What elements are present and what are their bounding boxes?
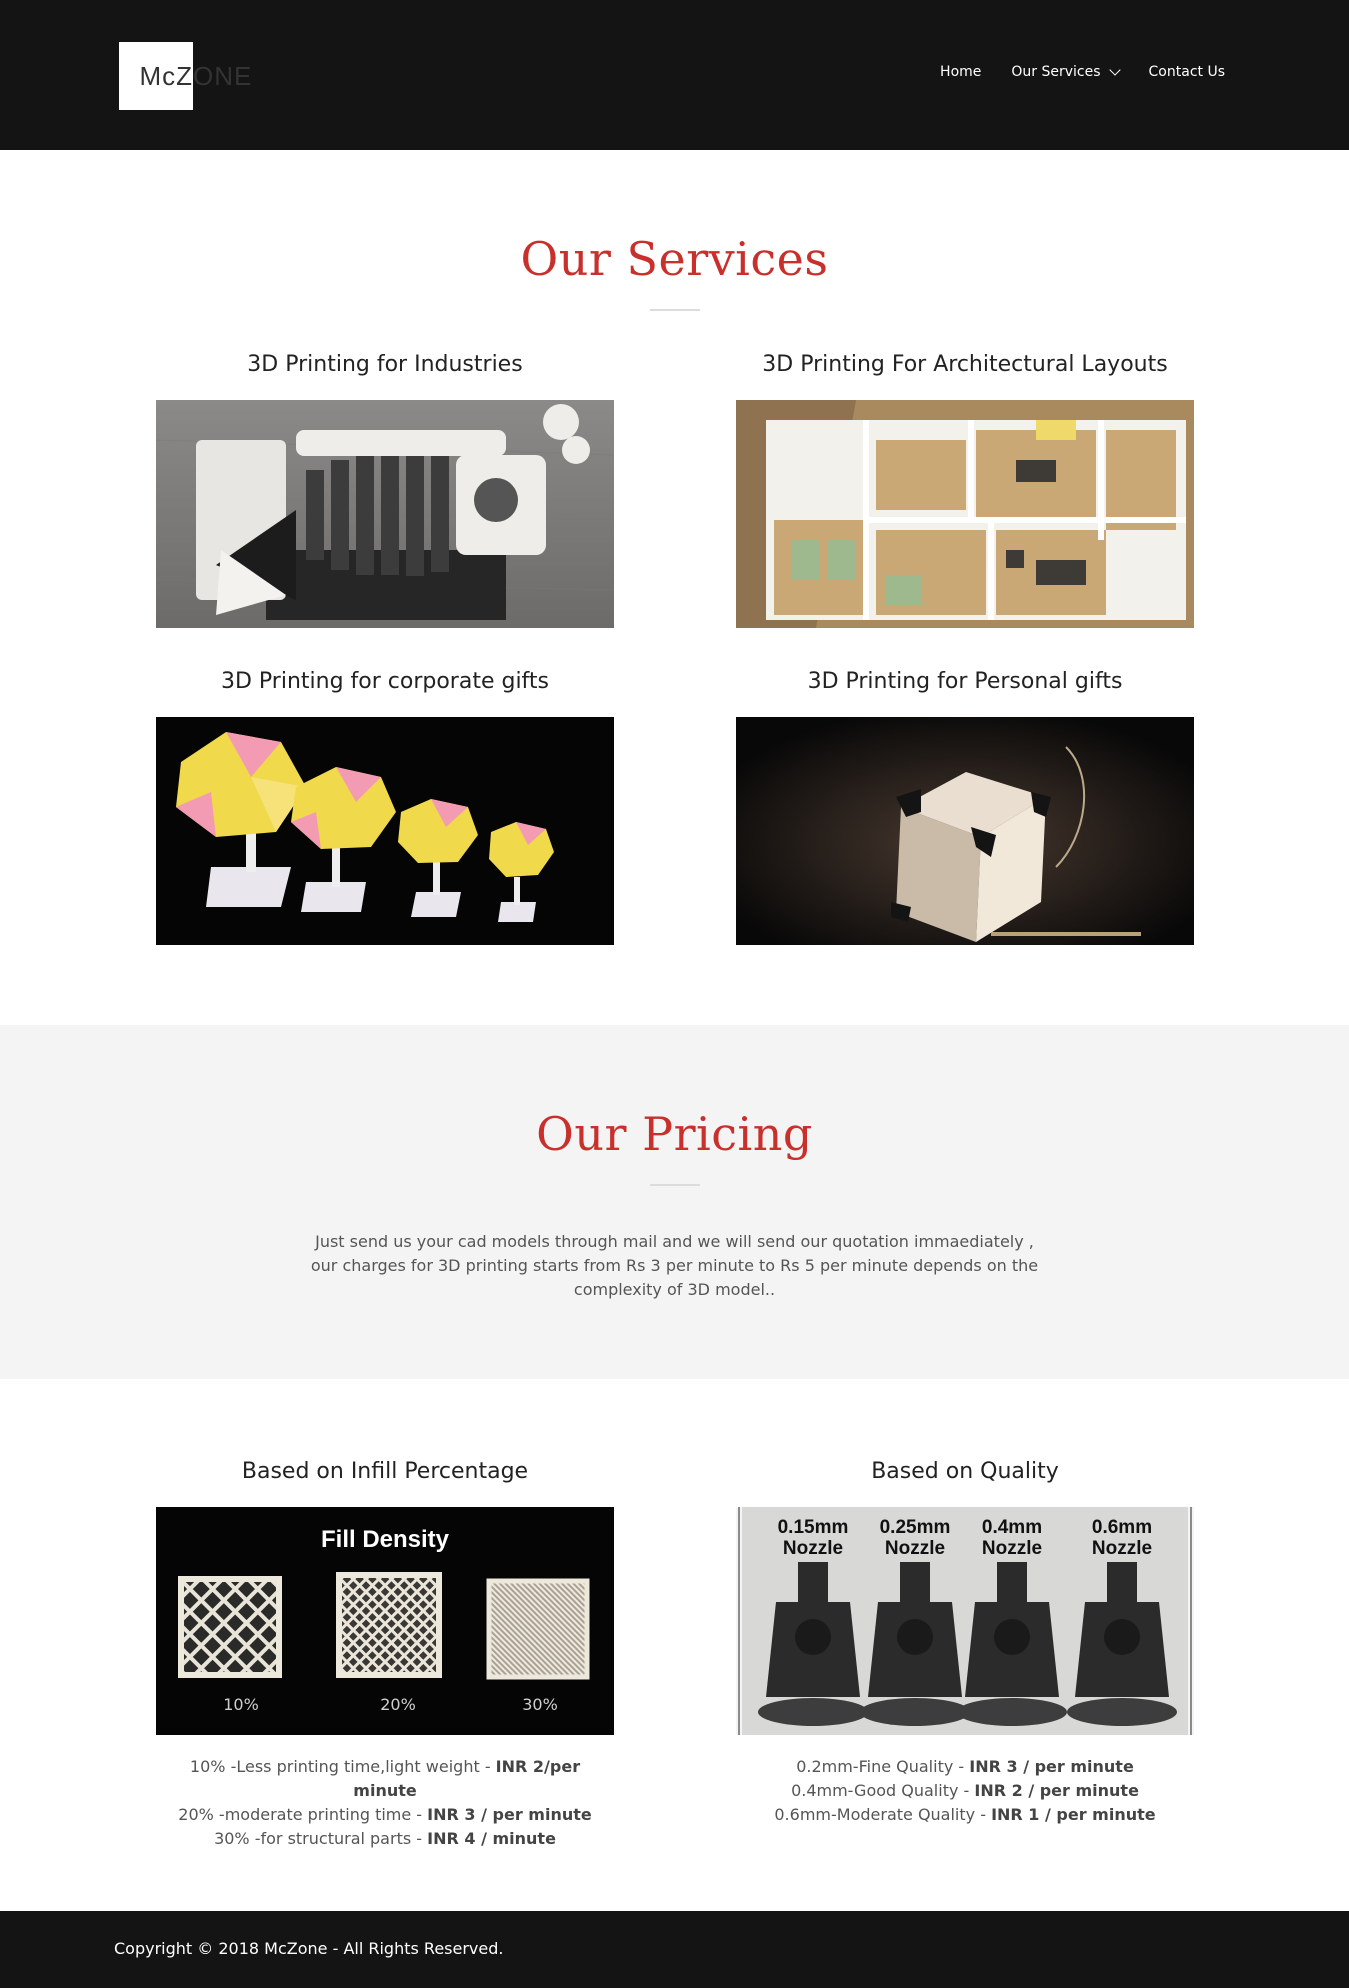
nav-home[interactable]: Home (940, 64, 981, 80)
price-row-rate: INR 3 / per minute (969, 1757, 1134, 1776)
nozzle-size-4: 0.6mm (1092, 1517, 1152, 1538)
logo-badge: McZ (119, 42, 193, 110)
quality-price-list: 0.2mm-Fine Quality - INR 3 / per minute … (736, 1755, 1194, 1827)
price-row-rate: INR 1 / per minute (991, 1805, 1156, 1824)
nozzle-label-4: Nozzle (1092, 1538, 1152, 1559)
pricing-divider (650, 1184, 700, 1186)
main-nav: Home Our Services Contact Us (940, 63, 1225, 80)
price-row: 10% -Less printing time,light weight - I… (156, 1755, 614, 1803)
pricing-plans-section: Based on Infill Percentage Fill Density (0, 1379, 1349, 1911)
fill-density-heading: Fill Density (321, 1526, 450, 1553)
pricing-section: Our Pricing Just send us your cad models… (0, 1025, 1349, 1379)
nozzle-size-2: 0.25mm (880, 1517, 951, 1538)
plan-card-quality: Based on Quality 0.15mm Nozzle 0.25mm No… (736, 1457, 1194, 1827)
logo-text-left: McZ (139, 61, 193, 91)
floor-plan-model-image (736, 400, 1194, 628)
site-footer: Copyright © 2018 McZone - All Rights Res… (0, 1911, 1349, 1988)
service-card-personal: 3D Printing for Personal gifts (736, 667, 1194, 945)
service-title: 3D Printing for Personal gifts (807, 669, 1123, 694)
nozzle-size-1: 0.15mm (778, 1517, 849, 1538)
logo-text-right: ONE (193, 61, 253, 91)
lithophane-lamp-image (736, 717, 1194, 945)
nozzle-size-3: 0.4mm (982, 1517, 1042, 1538)
services-section: Our Services 3D Printing for Industries (0, 150, 1349, 1025)
fill-density-image: Fill Density 10% 20% 30% (156, 1507, 614, 1735)
trophies-image (156, 717, 614, 945)
plan-card-infill: Based on Infill Percentage Fill Density (156, 1457, 614, 1851)
sample-label-30: 30% (522, 1695, 558, 1714)
price-row: 0.4mm-Good Quality - INR 2 / per minute (736, 1779, 1194, 1803)
copyright-text: Copyright © 2018 McZone - All Rights Res… (114, 1939, 504, 1958)
plan-title: Based on Infill Percentage (241, 1459, 529, 1484)
price-row-text: 20% -moderate printing time - (178, 1805, 428, 1824)
service-card-industries: 3D Printing for Industries (156, 350, 614, 628)
nav-contact-us[interactable]: Contact Us (1149, 64, 1225, 80)
service-card-architectural: 3D Printing For Architectural Layouts (736, 350, 1194, 628)
service-title: 3D Printing for Industries (247, 352, 523, 377)
infill-price-list: 10% -Less printing time,light weight - I… (156, 1755, 614, 1851)
price-row: 0.2mm-Fine Quality - INR 3 / per minute (736, 1755, 1194, 1779)
price-row-text: 0.4mm-Good Quality - (791, 1781, 975, 1800)
site-header: McZ ONE Home Our Services Contact Us (0, 0, 1349, 150)
nav-our-services[interactable]: Our Services (1011, 63, 1121, 80)
service-title: 3D Printing For Architectural Layouts (762, 352, 1168, 377)
pricing-description: Just send us your cad models through mai… (310, 1232, 1039, 1299)
nav-our-services-label: Our Services (1011, 64, 1101, 80)
services-divider (650, 309, 700, 311)
price-row-rate: INR 4 / minute (427, 1829, 556, 1848)
sample-label-20: 20% (380, 1695, 416, 1714)
price-row-text: 0.2mm-Fine Quality - (796, 1757, 970, 1776)
price-row-text: 10% -Less printing time,light weight - (189, 1757, 496, 1776)
jet-engine-model-image (156, 400, 614, 628)
chevron-down-icon (1108, 63, 1121, 76)
price-row-rate: INR 3 / per minute (427, 1805, 592, 1824)
services-title: Our Services (520, 232, 829, 286)
nozzle-quality-image: 0.15mm Nozzle 0.25mm Nozzle 0.4mm Nozzle… (736, 1507, 1194, 1735)
nozzle-label-3: Nozzle (982, 1538, 1042, 1559)
nozzle-label-2: Nozzle (885, 1538, 945, 1559)
plan-title: Based on Quality (871, 1459, 1059, 1484)
pricing-title: Our Pricing (536, 1107, 813, 1161)
price-row: 20% -moderate printing time - INR 3 / pe… (156, 1803, 614, 1827)
sample-label-10: 10% (223, 1695, 259, 1714)
price-row: 0.6mm-Moderate Quality - INR 1 / per min… (736, 1803, 1194, 1827)
price-row-text: 0.6mm-Moderate Quality - (774, 1805, 992, 1824)
nozzle-label-1: Nozzle (783, 1538, 843, 1559)
price-row-rate: INR 2 / per minute (974, 1781, 1139, 1800)
price-row-text: 30% -for structural parts - (214, 1829, 428, 1848)
service-card-corporate: 3D Printing for corporate gifts (156, 667, 614, 945)
logo[interactable]: McZ ONE (119, 42, 252, 110)
service-title: 3D Printing for corporate gifts (220, 669, 550, 694)
price-row: 30% -for structural parts - INR 4 / minu… (156, 1827, 614, 1851)
